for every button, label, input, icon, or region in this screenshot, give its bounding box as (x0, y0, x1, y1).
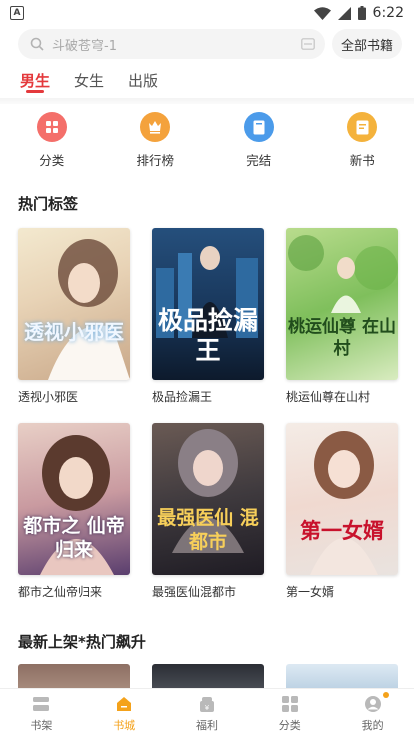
hot-tags-title: 热门标签 (18, 195, 79, 213)
tab-female[interactable]: 女生 (74, 66, 104, 96)
status-indicators: 6:22 (313, 5, 404, 21)
book-title: 桃运仙尊在山村 (286, 390, 371, 404)
profile-icon (363, 694, 383, 714)
book-title: 极品捡漏王 (152, 390, 213, 404)
book-cover[interactable]: 透视小邪医 (18, 228, 130, 380)
category-icon (280, 694, 300, 714)
search-input[interactable]: 斗破苍穹-1 (18, 29, 325, 59)
book-cover[interactable]: 都市之 仙帝归来 (18, 423, 130, 575)
nav-label: 书城 (113, 718, 136, 732)
cover-title: 最强医仙 混都市 (157, 507, 259, 553)
book-card[interactable]: 都市之 仙帝归来 都市之仙帝归来 (18, 423, 130, 600)
book-card[interactable]: 第一女婿 第一女婿 (286, 423, 398, 600)
cover-title: 桃运仙尊 在山村 (288, 317, 396, 360)
book-title: 最强医仙混都市 (152, 585, 237, 599)
category-item-classify[interactable]: 分类 (0, 112, 104, 172)
category-nav: 分类 排行榜 完结 新书 (0, 112, 414, 172)
signal-icon (337, 6, 351, 20)
nav-category[interactable]: 分类 (248, 689, 331, 737)
scan-icon[interactable] (301, 38, 315, 50)
book-title: 都市之仙帝归来 (18, 585, 103, 599)
hot-tags-grid: 透视小邪医 透视小邪医 极品捡漏王 极品捡漏王 桃运仙尊 在山村 桃运仙尊在山村… (18, 228, 399, 600)
category-label: 新书 (349, 153, 375, 168)
bookshelf-icon (31, 694, 51, 714)
svg-text:¥: ¥ (205, 704, 210, 712)
tab-male[interactable]: 男生 (20, 66, 50, 96)
book-card[interactable]: 极品捡漏王 极品捡漏王 (152, 228, 264, 405)
category-item-new[interactable]: 新书 (311, 112, 414, 172)
search-placeholder: 斗破苍穹-1 (52, 38, 117, 54)
clock: 6:22 (372, 5, 404, 21)
tab-divider (0, 98, 414, 104)
nav-label: 书架 (30, 718, 53, 732)
category-item-complete[interactable]: 完结 (207, 112, 311, 172)
category-label: 完结 (246, 153, 272, 168)
battery-icon (357, 6, 366, 20)
notification-dot (383, 692, 390, 698)
nav-label: 分类 (278, 718, 301, 732)
nav-label: 我的 (361, 718, 384, 732)
search-icon (30, 37, 44, 51)
book-card[interactable]: 桃运仙尊 在山村 桃运仙尊在山村 (286, 228, 398, 405)
status-bar: A 6:22 (0, 0, 414, 26)
category-label: 排行榜 (136, 153, 174, 168)
new-hot-title: 最新上架*热门飙升 (18, 633, 146, 651)
book-title: 第一女婿 (286, 585, 335, 599)
nav-profile[interactable]: 我的 (331, 689, 414, 737)
tab-publish[interactable]: 出版 (128, 66, 158, 96)
nav-bookstore[interactable]: 书城 (83, 689, 166, 737)
book-card[interactable]: 最强医仙 混都市 最强医仙混都市 (152, 423, 264, 600)
bottom-nav: 书架 书城 ¥ 福利 分类 我的 (0, 688, 414, 737)
grid-icon (36, 112, 67, 142)
app-notification-icon: A (10, 6, 24, 20)
cover-title: 透视小邪医 (24, 320, 124, 344)
cover-title: 都市之 仙帝归来 (23, 515, 125, 561)
ranking-icon (140, 112, 171, 142)
cover-title: 第一女婿 (300, 518, 384, 543)
book-title: 透视小邪医 (18, 390, 79, 404)
new-book-icon (347, 112, 378, 142)
nav-welfare[interactable]: ¥ 福利 (166, 689, 249, 737)
book-cover[interactable]: 极品捡漏王 (152, 228, 264, 380)
book-cover[interactable]: 第一女婿 (286, 423, 398, 575)
gift-icon: ¥ (197, 694, 217, 714)
all-books-button[interactable]: 全部书籍 (332, 29, 402, 59)
category-label: 分类 (39, 153, 65, 168)
nav-label: 福利 (195, 718, 218, 732)
category-item-ranking[interactable]: 排行榜 (104, 112, 208, 172)
nav-bookshelf[interactable]: 书架 (0, 689, 83, 737)
book-card[interactable]: 透视小邪医 透视小邪医 (18, 228, 130, 405)
cover-title: 极品捡漏王 (157, 306, 258, 365)
book-cover[interactable]: 最强医仙 混都市 (152, 423, 264, 575)
bookstore-icon (114, 694, 134, 714)
search-row: 斗破苍穹-1 全部书籍 (18, 29, 402, 61)
book-complete-icon (243, 112, 274, 142)
gender-tabs: 男生 女生 出版 (20, 66, 158, 96)
wifi-icon (313, 6, 331, 20)
book-cover[interactable]: 桃运仙尊 在山村 (286, 228, 398, 380)
